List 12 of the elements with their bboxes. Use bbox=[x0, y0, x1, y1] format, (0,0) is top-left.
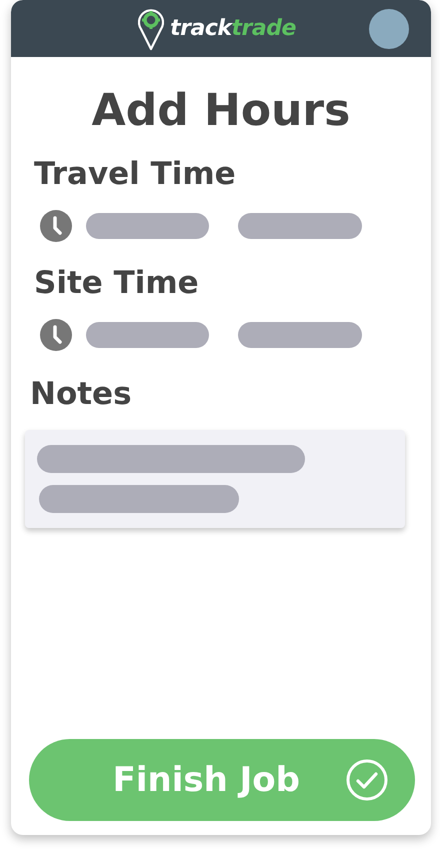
clock-icon bbox=[40, 210, 72, 242]
avatar[interactable] bbox=[369, 9, 409, 49]
finish-job-button[interactable]: Finish Job bbox=[29, 739, 415, 821]
section-label: Site Time bbox=[34, 268, 200, 299]
check-circle-icon bbox=[346, 759, 388, 801]
section-label: Travel Time bbox=[34, 159, 237, 190]
logo-text: tracktrade bbox=[170, 16, 296, 41]
section-label: Notes bbox=[30, 379, 133, 410]
pin-gear-icon bbox=[138, 6, 164, 50]
notes-field[interactable] bbox=[25, 430, 405, 528]
clock-icon bbox=[40, 319, 72, 351]
page-title: Add Hours bbox=[90, 89, 352, 133]
